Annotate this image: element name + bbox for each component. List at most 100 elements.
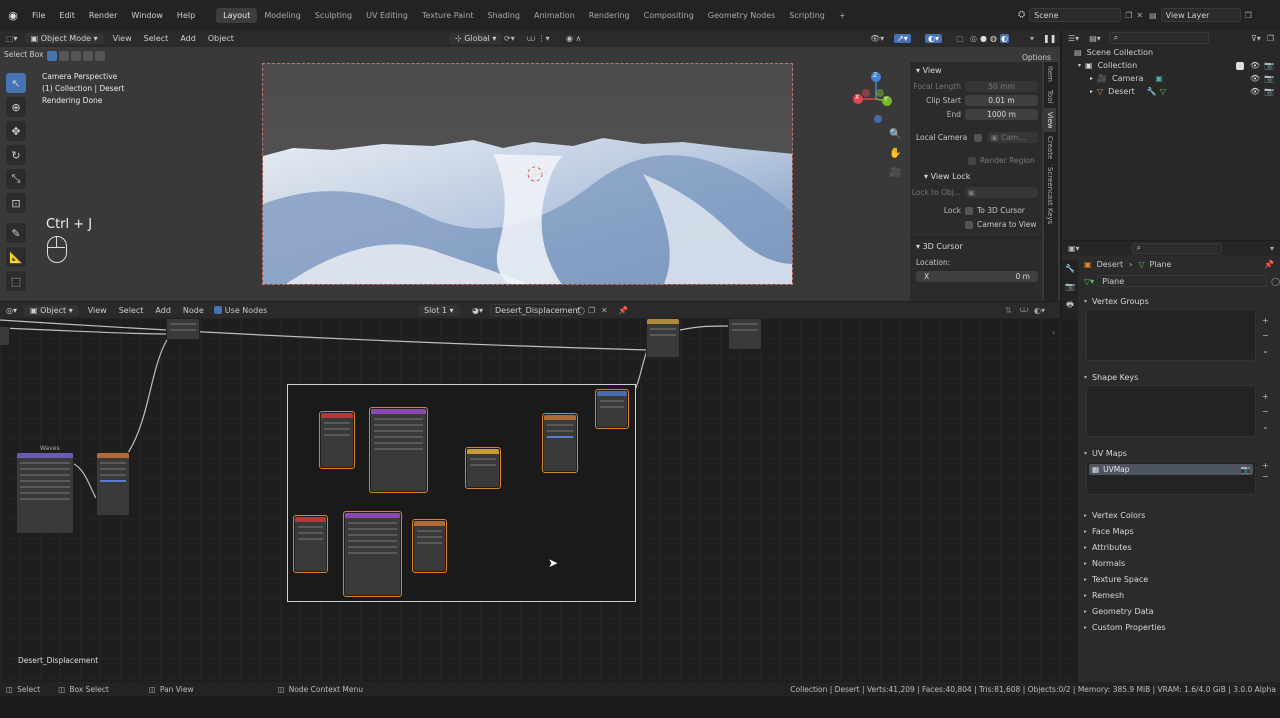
pin-icon[interactable]: 📌 <box>1264 260 1274 269</box>
node-noise-texture[interactable] <box>369 407 428 493</box>
collection-eye-icon[interactable]: 👁 <box>1250 61 1260 70</box>
add-cube-tool-icon[interactable]: ⬚ <box>6 271 26 291</box>
display-mode-icon[interactable]: ▤▾ <box>1089 34 1101 43</box>
snap-icon[interactable]: ⩊ <box>1020 305 1028 315</box>
select-tool-icon[interactable]: ↖ <box>6 73 26 93</box>
tab-screencast-keys[interactable]: Screencast Keys <box>1044 163 1056 228</box>
node-math-add[interactable] <box>465 447 501 489</box>
section-attributes[interactable]: ▸ Attributes <box>1078 539 1280 555</box>
cursor-tool-icon[interactable]: ⊕ <box>6 97 26 117</box>
camera-render-icon[interactable]: 📷 <box>1264 74 1274 83</box>
solid-shading-icon[interactable]: ● <box>980 34 987 43</box>
to-3d-cursor-checkbox[interactable] <box>965 206 973 215</box>
camera-eye-icon[interactable]: 👁 <box>1250 74 1260 83</box>
node-menu-select[interactable]: Select <box>113 306 150 315</box>
tab-view[interactable]: View <box>1044 107 1056 133</box>
workspace-tab-modeling[interactable]: Modeling <box>257 8 307 23</box>
expand-arrow-icon[interactable]: ▸ <box>1090 75 1093 82</box>
rendered-shading-icon[interactable]: ◐ <box>999 34 1009 43</box>
menu-help[interactable]: Help <box>170 11 202 20</box>
node-menu-add[interactable]: Add <box>149 306 177 315</box>
annotate-tool-icon[interactable]: ✎ <box>6 223 26 243</box>
workspace-tab-shading[interactable]: Shading <box>480 8 527 23</box>
scene-selector[interactable]: Scene <box>1029 8 1122 22</box>
delete-scene-icon[interactable]: ✕ <box>1136 11 1143 20</box>
pan-hand-icon[interactable]: ✋ <box>889 148 901 159</box>
node-menu-node[interactable]: Node <box>177 306 210 315</box>
section-texture-space[interactable]: ▸ Texture Space <box>1078 571 1280 587</box>
pin-icon[interactable]: 📌 <box>618 306 628 315</box>
shader-type-dropdown[interactable]: ▣ Object ▾ <box>24 304 79 316</box>
pause-render-icon[interactable]: ❚❚ <box>1043 34 1056 43</box>
xray-icon[interactable]: ▢ <box>956 34 964 43</box>
material-slot-dropdown[interactable]: Slot 1 ▾ <box>418 304 460 316</box>
backdrop-icon[interactable]: ⇅ <box>1005 306 1012 315</box>
menu-add[interactable]: Add <box>174 34 202 43</box>
lock-to-object-field[interactable]: ▣ <box>965 187 1038 198</box>
select-new-icon[interactable] <box>47 51 57 61</box>
collection-camera-icon[interactable]: 📷 <box>1264 61 1274 70</box>
mesh-name-field[interactable]: Plane <box>1097 275 1268 287</box>
properties-editor-icon[interactable]: ▣▾ <box>1068 244 1080 253</box>
gizmo-toggle-icon[interactable]: ↗▾ <box>894 34 911 43</box>
view-lock-header[interactable]: ▾ View Lock <box>910 168 1042 185</box>
node-color-ramp[interactable] <box>542 413 578 473</box>
outliner-row-camera[interactable]: ▸ 🎥 Camera ▣ 👁 📷 <box>1062 72 1280 85</box>
render-tab-icon[interactable]: 📷 <box>1064 281 1076 293</box>
overlay-icon[interactable]: ◐▾ <box>1034 306 1045 315</box>
add-shape-key-icon[interactable]: + <box>1262 392 1269 401</box>
node-wave-texture[interactable] <box>16 452 74 534</box>
proportional-edit-icon[interactable]: ◉ ∧ <box>566 34 581 43</box>
section-remesh[interactable]: ▸ Remesh <box>1078 587 1280 603</box>
workspace-tab-layout[interactable]: Layout <box>216 7 258 23</box>
section-uv-maps[interactable]: ▾ UV Maps <box>1078 445 1280 461</box>
add-vertex-group-icon[interactable]: + <box>1262 316 1269 325</box>
new-collection-icon[interactable]: ❐ <box>1267 34 1274 43</box>
menu-window[interactable]: Window <box>124 11 170 20</box>
blender-logo-icon[interactable]: ◉ <box>5 7 21 23</box>
section-shape-keys[interactable]: ▾ Shape Keys <box>1078 369 1280 385</box>
remove-vertex-group-icon[interactable]: − <box>1262 331 1269 340</box>
workspace-tab-scripting[interactable]: Scripting <box>782 8 832 23</box>
select-extend-icon[interactable] <box>59 51 69 61</box>
duplicate-material-icon[interactable]: ❐ <box>588 306 595 315</box>
desert-eye-icon[interactable]: 👁 <box>1250 87 1260 96</box>
menu-select[interactable]: Select <box>138 34 175 43</box>
use-nodes-checkbox[interactable] <box>213 306 222 314</box>
tab-tool[interactable]: Tool <box>1044 86 1056 108</box>
expand-arrow-icon[interactable]: ▸ <box>1090 88 1093 95</box>
outliner-row-desert[interactable]: ▸ ▽ Desert 🔧 ▽ 👁 📷 <box>1062 85 1280 98</box>
remove-shape-key-icon[interactable]: − <box>1262 407 1269 416</box>
node-voronoi-texture[interactable] <box>343 511 402 597</box>
vertex-groups-list[interactable] <box>1086 309 1256 361</box>
uv-maps-list[interactable]: ▦ UVMap 📷 <box>1086 461 1256 495</box>
node-material-output[interactable] <box>646 318 680 358</box>
desert-render-icon[interactable]: 📷 <box>1264 87 1274 96</box>
remove-uv-map-icon[interactable]: − <box>1262 472 1269 481</box>
shape-key-menu-icon[interactable]: ⌄ <box>1262 422 1269 431</box>
filter-icon[interactable]: ⊽▾ <box>1251 34 1261 43</box>
node-edge[interactable] <box>0 326 10 346</box>
expand-arrow-icon[interactable]: ▾ <box>1078 62 1081 69</box>
view-layer-selector[interactable]: View Layer <box>1160 8 1241 22</box>
node-displacement[interactable] <box>595 389 629 429</box>
collection-checkbox[interactable] <box>1235 61 1244 70</box>
menu-view[interactable]: View <box>107 34 138 43</box>
zoom-icon[interactable]: 🔍 <box>889 129 901 140</box>
section-vertex-colors[interactable]: ▸ Vertex Colors <box>1078 507 1280 523</box>
shading-options-icon[interactable]: ▾ <box>1030 34 1034 43</box>
add-uv-map-icon[interactable]: + <box>1262 461 1269 470</box>
output-tab-icon[interactable]: 🖶 <box>1064 299 1076 311</box>
tool-tab-icon[interactable]: 🔧 <box>1064 263 1076 275</box>
section-face-maps[interactable]: ▸ Face Maps <box>1078 523 1280 539</box>
outliner-row-collection[interactable]: ▾ ▣ Collection 👁 📷 <box>1062 59 1280 72</box>
section-vertex-groups[interactable]: ▾ Vertex Groups <box>1078 293 1280 309</box>
transform-orientation-dropdown[interactable]: ⊹ Global ▾ <box>449 33 503 44</box>
camera-view-icon[interactable]: 🎥 <box>889 167 901 178</box>
3d-cursor-panel-header[interactable]: ▾ 3D Cursor <box>910 238 1042 255</box>
material-shading-icon[interactable]: ◍ <box>990 34 997 43</box>
fake-user-icon[interactable]: ◯ <box>576 306 585 315</box>
view-panel-header[interactable]: ▾ View <box>910 62 1042 79</box>
select-invert-icon[interactable] <box>83 51 93 61</box>
select-intersect-icon[interactable] <box>95 51 105 61</box>
